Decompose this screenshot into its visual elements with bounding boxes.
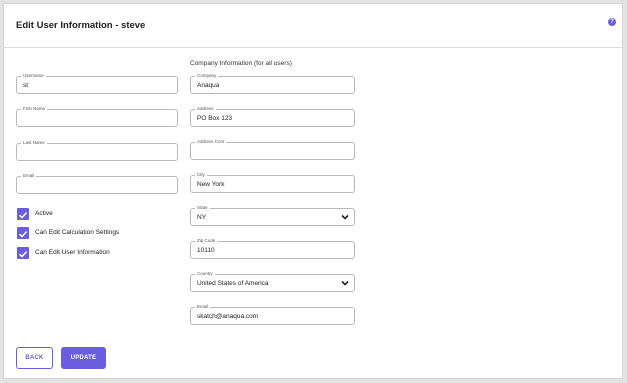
last-name-label: Last Name bbox=[21, 140, 47, 146]
address-value: PO Box 123 bbox=[197, 115, 233, 122]
email-field[interactable]: Email bbox=[16, 173, 178, 194]
first-name-label: First Name bbox=[21, 106, 48, 112]
company-label: Company bbox=[195, 73, 219, 79]
country-select[interactable]: Country United States of America bbox=[190, 271, 355, 292]
chevron-down-icon bbox=[341, 280, 349, 286]
email-label: Email bbox=[21, 173, 37, 179]
last-name-field[interactable]: Last Name bbox=[16, 140, 178, 161]
back-button[interactable]: BACK bbox=[16, 347, 53, 369]
city-label: City bbox=[195, 172, 207, 178]
edit-user-info-label: Can Edit User Information bbox=[35, 249, 110, 256]
address-cont-field[interactable]: Address Cont bbox=[190, 139, 355, 160]
city-value: New York bbox=[197, 181, 225, 188]
edit-user-info-checkbox[interactable] bbox=[17, 247, 29, 259]
checkmark-icon bbox=[18, 212, 28, 219]
zip-code-value: 10110 bbox=[197, 247, 215, 254]
company-email-field[interactable]: Email skatch@anaqua.com bbox=[190, 304, 355, 325]
page-title: Edit User Information - steve bbox=[16, 20, 146, 31]
address-cont-label: Address Cont bbox=[195, 139, 227, 145]
company-section-title: Company Information (for all users) bbox=[190, 60, 292, 67]
checkmark-icon bbox=[18, 231, 28, 238]
active-checkbox[interactable] bbox=[17, 208, 29, 220]
question-circle-icon[interactable]: ? bbox=[608, 18, 616, 26]
active-label: Active bbox=[35, 210, 53, 217]
first-name-field[interactable]: First Name bbox=[16, 106, 178, 127]
chevron-down-icon bbox=[341, 214, 349, 220]
state-select[interactable]: State NY bbox=[190, 205, 355, 226]
edit-user-panel: Edit User Information - steve ? Company … bbox=[3, 3, 623, 379]
calc-settings-label: Can Edit Calculation Settings bbox=[35, 229, 120, 236]
city-field[interactable]: City New York bbox=[190, 172, 355, 193]
zip-code-field[interactable]: Zip Code 10110 bbox=[190, 238, 355, 259]
company-value: Anaqua bbox=[197, 82, 220, 89]
checkmark-icon bbox=[18, 251, 28, 258]
address-field[interactable]: Address PO Box 123 bbox=[190, 106, 355, 127]
address-label: Address bbox=[195, 106, 216, 112]
country-value: United States of America bbox=[197, 280, 269, 287]
calc-settings-checkbox[interactable] bbox=[17, 227, 29, 239]
company-field[interactable]: Company Anaqua bbox=[190, 73, 355, 94]
panel-header: Edit User Information - steve ? bbox=[4, 4, 622, 48]
company-email-label: Email bbox=[195, 304, 211, 310]
zip-code-label: Zip Code bbox=[195, 238, 218, 244]
state-label: State bbox=[195, 205, 210, 211]
company-email-value: skatch@anaqua.com bbox=[197, 313, 259, 320]
username-label: Username bbox=[21, 73, 46, 79]
state-value: NY bbox=[197, 214, 207, 221]
username-field[interactable]: Username st bbox=[16, 73, 178, 94]
username-value: st bbox=[23, 82, 29, 89]
country-label: Country bbox=[195, 271, 215, 277]
update-button[interactable]: UPDATE bbox=[61, 347, 106, 369]
